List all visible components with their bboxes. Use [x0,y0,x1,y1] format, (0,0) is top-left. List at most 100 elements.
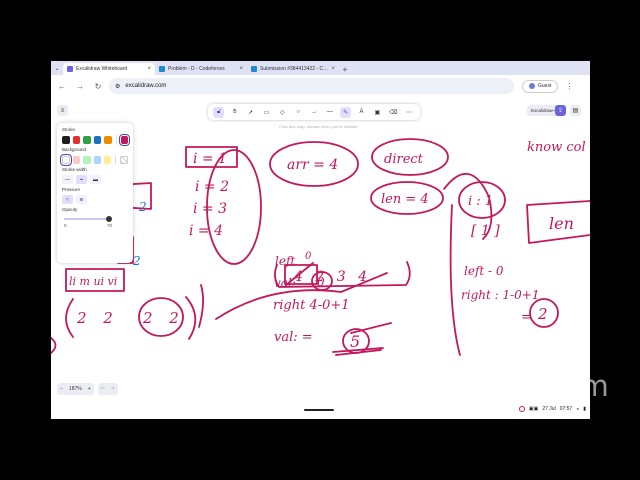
ink-i3: i = 3 [193,201,227,217]
hand-tool-icon[interactable]: ✋︎ [229,107,240,118]
url-input[interactable]: ⚙ excalidraw.com [109,78,514,94]
reload-icon[interactable]: ↻ [91,79,105,93]
zoom-group: − 187% + [57,383,94,395]
background-swatches [60,153,128,166]
ink-arr-vals: 4 2 3 4 [293,269,371,285]
back-arrow-icon[interactable]: ← [55,79,69,93]
stroke-color-current[interactable] [118,133,130,146]
stroke-width-bold[interactable]: ━ [76,175,87,184]
ink-len-partial: len [549,214,574,233]
ink-right-calc2: right : 1-0+1 [461,288,540,302]
main-menu-button[interactable]: ≡ [57,105,68,116]
ink-edge-2a: 2 [138,200,147,214]
bg-color-blue[interactable] [93,155,101,164]
lock-tool-icon[interactable]: 🔓︎ [213,106,225,118]
ink-direct: direct [384,152,424,167]
diamond-tool-icon[interactable]: ◇ [277,107,288,118]
opacity-min: 0 [64,223,67,228]
wifi-icon: ◒ [576,406,580,412]
ink-know-col: know col [527,140,586,155]
undo-icon[interactable]: ↶ [101,386,105,392]
pressure-options: ≈ ≋ [62,195,128,204]
ink-pair1: 2 2 [76,309,119,327]
home-gesture-bar[interactable] [304,409,334,411]
tab-label: Excalidraw Whiteboard [76,66,128,72]
status-tray: ▣▣ 27 Jul 07:57 ◒ ▮ [518,406,586,412]
apps-icon[interactable]: ▣▣ [529,406,538,412]
device-screen: ⌄ Excalidraw Whiteboard × Problem - D - … [51,61,590,419]
zoom-level[interactable]: 187% [69,386,82,392]
selection-tool-icon[interactable]: ➚ [245,107,256,118]
date-text: 27 Jul [542,406,556,412]
stroke-width-thin[interactable]: — [62,175,73,184]
close-icon[interactable]: × [239,66,243,72]
more-tools-icon[interactable]: ⋯ [404,107,415,118]
library-icon[interactable]: ▤ [570,105,581,116]
bg-color-yellow[interactable] [104,155,112,164]
guest-profile-button[interactable]: Guest [522,79,559,93]
more-menu-icon[interactable]: ⋮ [562,79,576,93]
opacity-slider[interactable] [62,215,128,223]
background-label: Background [62,147,87,152]
ink-eq2: = [521,310,532,325]
bg-color-current[interactable] [120,155,128,164]
properties-panel: Stroke Background Stroke width — ━ ▬ Pre… [57,123,133,263]
excalidraw-canvas[interactable]: i = 1 i = 2 i = 3 i = 4 arr = 4 direct l… [51,97,590,401]
close-icon[interactable]: × [147,66,151,72]
codeforces-favicon-icon [159,66,165,72]
close-icon[interactable]: × [331,66,335,72]
stroke-color-green[interactable] [83,135,91,144]
opacity-slider-handle[interactable] [106,216,112,222]
tab-codeforces-problem[interactable]: Problem - D - Codeforces × [155,63,247,75]
ink-i4: i = 4 [189,223,223,239]
zoom-out-button[interactable]: − [60,386,63,392]
text-tool-icon[interactable]: A [356,107,367,118]
new-tab-button[interactable]: + [339,63,351,75]
avatar-icon [529,83,535,89]
bg-color-transparent[interactable] [60,153,72,166]
pen-tool-icon[interactable]: ✎ [340,106,352,118]
rectangle-tool-icon[interactable]: ▭ [261,107,272,118]
battery-icon: ▮ [583,406,586,412]
site-info-icon[interactable]: ⚙ [115,83,120,90]
ink-li: li m ui vi [69,275,117,288]
stroke-color-red[interactable] [72,135,81,144]
ink-zero-label: 0 [305,251,312,262]
tab-excalidraw[interactable]: Excalidraw Whiteboard × [63,63,155,75]
ink-edge-2b: 2 [132,254,141,268]
opacity-slider-track [64,218,108,220]
share-button[interactable]: ⇪ [555,105,566,116]
pressure-on-icon[interactable]: ≈ [62,195,73,204]
pressure-off-icon[interactable]: ≋ [76,195,87,204]
screen-record-icon[interactable] [518,406,525,412]
bg-color-green[interactable] [83,155,91,164]
bg-color-pink[interactable] [72,155,81,164]
ink-divider [449,204,461,356]
zoom-in-button[interactable]: + [88,386,91,392]
ellipse-tool-icon[interactable]: ○ [293,107,304,118]
ink-two: 2 [537,305,548,323]
stroke-color-blue[interactable] [93,135,102,144]
excalidraw-toolbar: 🔓︎ ✋︎ ➚ ▭ ◇ ○ → — ✎ A ▣ ⌫ ⋯ [208,104,420,120]
arrow-tool-icon[interactable]: → [308,107,319,118]
browser-tab-strip: ⌄ Excalidraw Whiteboard × Problem - D - … [51,61,590,75]
tab-search-icon[interactable]: ⌄ [51,61,63,75]
stroke-swatches [62,133,130,146]
ink-right-curve [198,284,204,328]
stroke-width-extra-bold[interactable]: ▬ [90,175,101,184]
ink-val2: val: = [274,330,313,345]
forward-arrow-icon[interactable]: → [73,79,87,93]
redo-icon[interactable]: ↷ [111,386,115,392]
tab-codeforces-submission[interactable]: Submission #384413422 - Cod × [247,63,339,75]
stroke-color-orange[interactable] [104,135,112,144]
ink-val: val: [274,276,296,290]
watermark-text: clideo.com [461,369,609,403]
image-tool-icon[interactable]: ▣ [372,107,383,118]
stroke-color-black[interactable] [62,135,70,144]
eraser-tool-icon[interactable]: ⌫ [388,107,399,118]
line-tool-icon[interactable]: — [324,107,335,118]
time-text: 07:57 [559,406,573,412]
ink-arr: arr = 4 [287,157,338,173]
ink-pair2: 2 2 [142,309,185,327]
opacity-label: Opacity [62,207,78,212]
